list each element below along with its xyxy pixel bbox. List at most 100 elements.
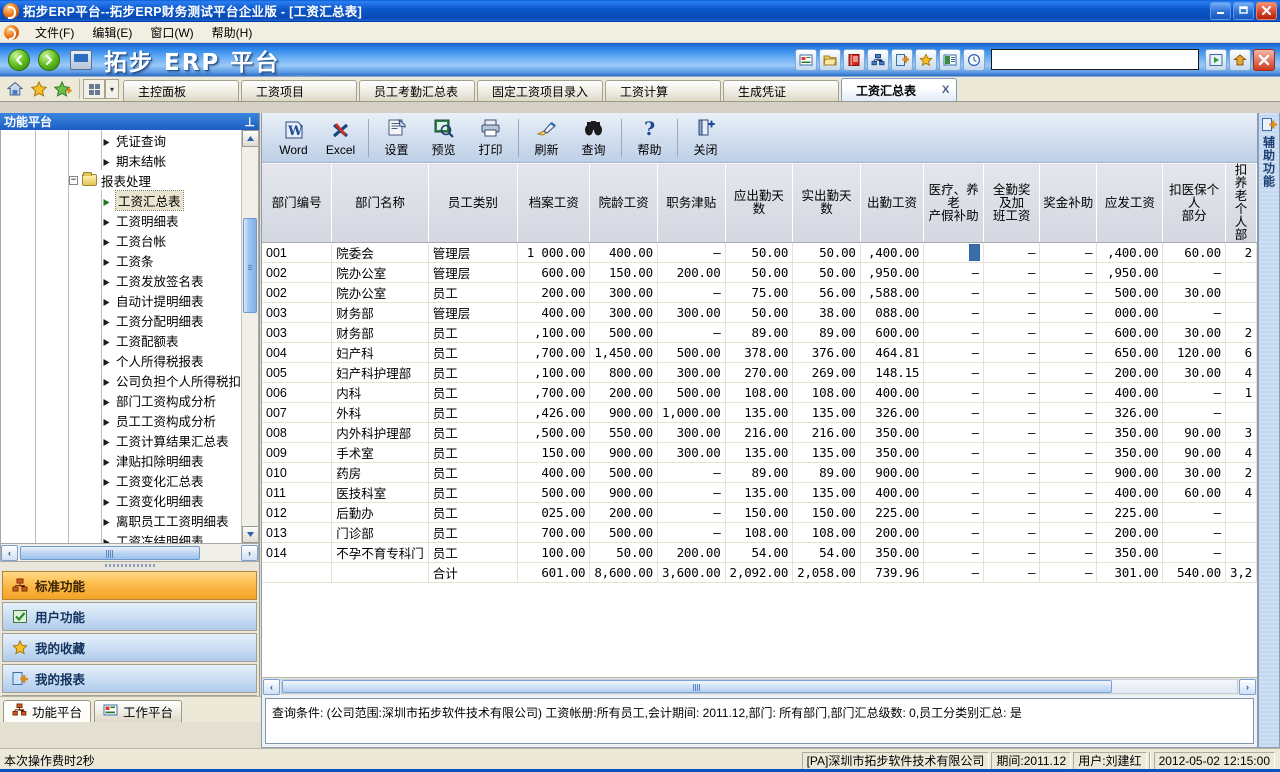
table-cell[interactable]: 合计 <box>428 563 517 583</box>
table-cell[interactable] <box>924 243 984 263</box>
report-grid[interactable]: 部门编号部门名称员工类别档案工资院龄工资职务津贴应出勤天数实出勤天数出勤工资医疗… <box>262 163 1257 677</box>
table-cell[interactable]: 200.00 <box>518 283 590 303</box>
table-cell[interactable]: 400.00 <box>860 483 923 503</box>
play-icon[interactable] <box>1205 49 1227 71</box>
table-row[interactable]: 013门诊部员工700.00500.00–108.00108.00200.00–… <box>262 523 1257 543</box>
clock-icon[interactable] <box>963 49 985 71</box>
tab-attendance-summary[interactable]: 员工考勤汇总表 <box>359 80 475 101</box>
table-cell[interactable]: ,950.00 <box>860 263 923 283</box>
table-cell[interactable]: – <box>657 483 725 503</box>
contacts-icon[interactable] <box>939 49 961 71</box>
table-cell[interactable]: – <box>983 503 1039 523</box>
table-cell[interactable]: 500.00 <box>1097 283 1163 303</box>
toolbar-button-word[interactable]: WWord <box>270 115 317 161</box>
tree-item[interactable]: 工资分配明细表 <box>1 310 241 330</box>
table-cell[interactable]: 500.00 <box>590 323 658 343</box>
table-cell[interactable]: – <box>657 523 725 543</box>
grid-scroll-track[interactable] <box>281 679 1238 694</box>
open-folder-icon[interactable] <box>819 49 841 71</box>
table-cell[interactable]: 378.00 <box>725 343 793 363</box>
table-cell[interactable]: 后勤办 <box>332 503 429 523</box>
table-cell[interactable]: – <box>1040 543 1097 563</box>
dashboard-icon[interactable] <box>795 49 817 71</box>
table-cell[interactable]: – <box>1163 503 1226 523</box>
table-cell[interactable]: 4 <box>1225 363 1256 383</box>
column-header[interactable]: 员工类别 <box>428 164 517 243</box>
auxiliary-function-panel[interactable]: 辅助功能 <box>1258 113 1280 748</box>
table-row[interactable]: 011医技科室员工500.00900.00–135.00135.00400.00… <box>262 483 1257 503</box>
table-cell[interactable]: 010 <box>262 463 332 483</box>
tree-item[interactable]: 自动计提明细表 <box>1 290 241 310</box>
grid-horizontal-scrollbar[interactable]: ‹ › <box>262 677 1257 695</box>
table-cell[interactable]: – <box>924 383 984 403</box>
tree-item[interactable]: 期末结帐 <box>1 150 241 170</box>
table-cell[interactable]: 135.00 <box>793 443 861 463</box>
table-cell[interactable]: 89.00 <box>725 463 793 483</box>
table-cell[interactable]: 376.00 <box>793 343 861 363</box>
table-cell[interactable]: 150.00 <box>725 503 793 523</box>
outbar-item-favorites[interactable]: 我的收藏 <box>2 633 257 662</box>
table-cell[interactable]: 400.00 <box>590 243 658 263</box>
toolbar-button-refresh-brush[interactable]: 刷新 <box>523 115 570 161</box>
tree-item[interactable]: −报表处理 <box>1 170 241 190</box>
tree-item[interactable]: 工资条 <box>1 250 241 270</box>
tab-generate-voucher[interactable]: 生成凭证 <box>723 80 839 101</box>
table-cell[interactable]: 200.00 <box>860 523 923 543</box>
table-cell[interactable]: 200.00 <box>590 383 658 403</box>
table-cell[interactable]: – <box>983 283 1039 303</box>
table-row[interactable]: 010药房员工400.00500.00–89.0089.00900.00–––9… <box>262 463 1257 483</box>
table-cell[interactable]: 员工 <box>428 463 517 483</box>
column-header[interactable]: 医疗、养老产假补助 <box>924 164 984 243</box>
table-row[interactable]: 002院办公室管理层600.00150.00200.0050.0050.00,9… <box>262 263 1257 283</box>
table-cell[interactable]: 2 <box>1225 323 1256 343</box>
table-cell[interactable]: 60.00 <box>1163 243 1226 263</box>
table-cell[interactable]: 400.00 <box>860 383 923 403</box>
tree-horizontal-scrollbar[interactable]: ‹ › <box>0 544 259 562</box>
table-cell[interactable]: – <box>983 303 1039 323</box>
table-cell[interactable]: 400.00 <box>1097 383 1163 403</box>
table-cell[interactable]: – <box>983 463 1039 483</box>
table-cell[interactable]: 手术室 <box>332 443 429 463</box>
column-header[interactable]: 应发工资 <box>1097 164 1163 243</box>
table-cell[interactable]: 216.00 <box>793 423 861 443</box>
table-cell[interactable]: 003 <box>262 323 332 343</box>
column-header[interactable]: 奖金补助 <box>1040 164 1097 243</box>
table-cell[interactable]: 216.00 <box>725 423 793 443</box>
table-cell[interactable]: – <box>983 263 1039 283</box>
column-header[interactable]: 部门编号 <box>262 164 332 243</box>
table-cell[interactable]: 001 <box>262 243 332 263</box>
table-cell[interactable]: 2 <box>1225 463 1256 483</box>
menu-item-window[interactable]: 窗口(W) <box>141 22 202 43</box>
table-cell[interactable]: – <box>924 423 984 443</box>
table-cell[interactable]: 管理层 <box>428 263 517 283</box>
table-cell[interactable]: 900.00 <box>590 483 658 503</box>
table-cell[interactable]: 108.00 <box>725 383 793 403</box>
table-cell[interactable]: 269.00 <box>793 363 861 383</box>
table-cell[interactable]: 739.96 <box>860 563 923 583</box>
table-cell[interactable]: 员工 <box>428 423 517 443</box>
table-cell[interactable]: 135.00 <box>793 483 861 503</box>
table-cell[interactable]: 540.00 <box>1163 563 1226 583</box>
table-cell[interactable]: – <box>924 323 984 343</box>
table-cell[interactable]: – <box>924 483 984 503</box>
table-cell[interactable]: 004 <box>262 343 332 363</box>
chevron-down-icon[interactable]: ▾ <box>105 79 119 99</box>
table-cell[interactable]: 54.00 <box>793 543 861 563</box>
table-cell[interactable]: – <box>924 263 984 283</box>
table-cell[interactable]: 院办公室 <box>332 283 429 303</box>
toolbar-button-binoculars[interactable]: 查询 <box>570 115 617 161</box>
salary-summary-table[interactable]: 部门编号部门名称员工类别档案工资院龄工资职务津贴应出勤天数实出勤天数出勤工资医疗… <box>262 163 1257 583</box>
table-cell[interactable]: ,100.00 <box>518 323 590 343</box>
table-row[interactable]: 004妇产科员工,700.001,450.00500.00378.00376.0… <box>262 343 1257 363</box>
table-cell[interactable]: 012 <box>262 503 332 523</box>
table-cell[interactable]: 3 <box>1225 423 1256 443</box>
column-header[interactable]: 扣养老个人部 <box>1225 164 1256 243</box>
scroll-up-button[interactable] <box>242 130 259 147</box>
table-cell[interactable]: 900.00 <box>590 403 658 423</box>
table-cell[interactable]: 464.81 <box>860 343 923 363</box>
table-row[interactable]: 003财务部员工,100.00500.00–89.0089.00600.00––… <box>262 323 1257 343</box>
table-cell[interactable]: 90.00 <box>1163 443 1226 463</box>
table-cell[interactable]: – <box>1040 503 1097 523</box>
table-cell[interactable]: 088.00 <box>860 303 923 323</box>
search-input[interactable] <box>991 49 1199 70</box>
